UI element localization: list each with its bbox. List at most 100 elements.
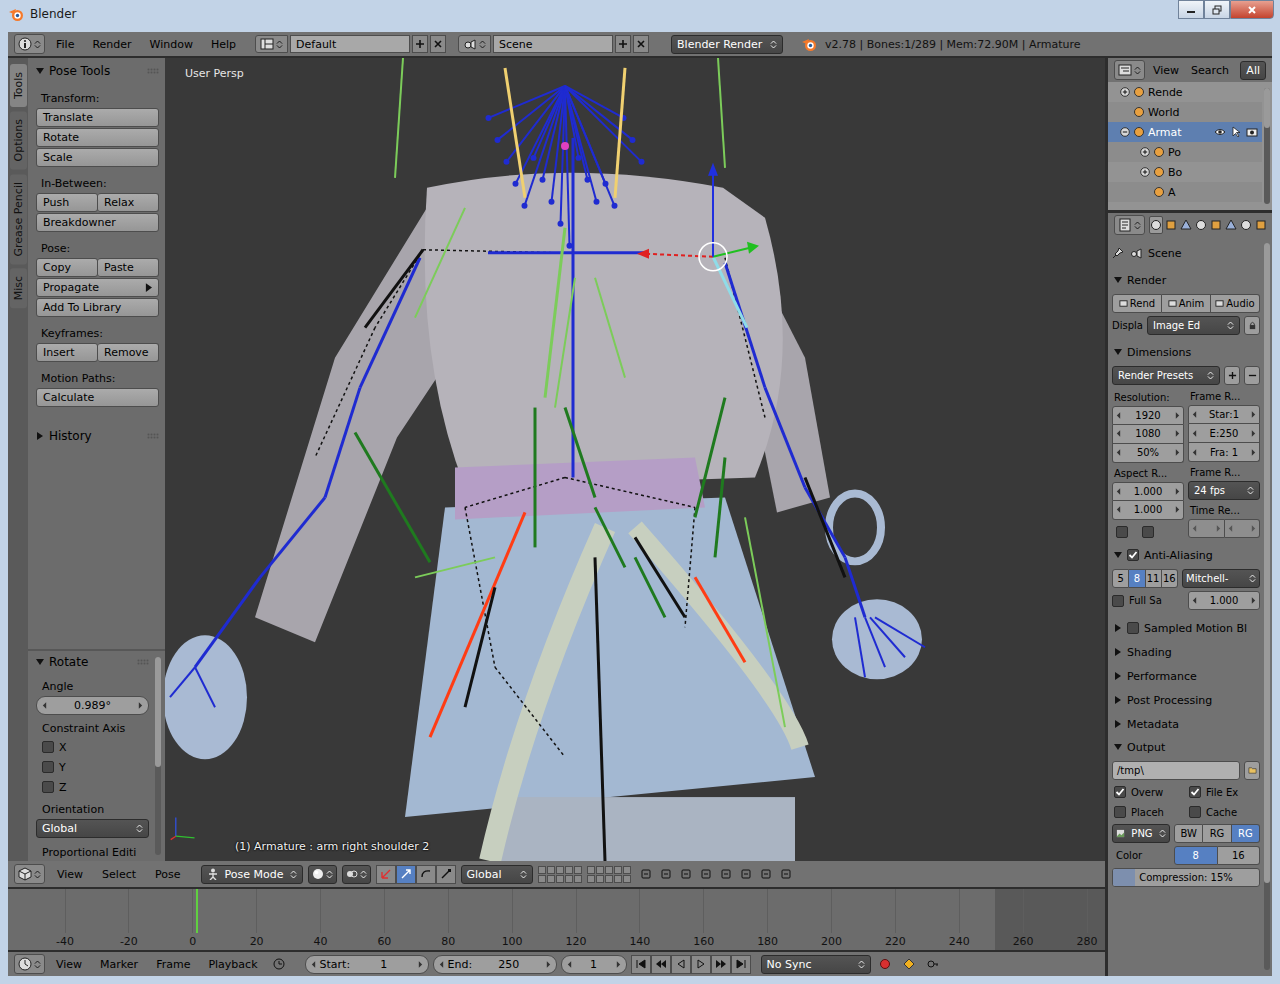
translate-manipulator-toggle[interactable] bbox=[396, 865, 416, 884]
panel-header[interactable]: Pose Tools bbox=[36, 60, 159, 82]
increment-arrow-icon[interactable] bbox=[418, 961, 423, 968]
render-engine-dropdown[interactable]: Blender Render bbox=[671, 35, 783, 54]
drag-grip-icon[interactable] bbox=[147, 68, 159, 74]
layer-toggle[interactable] bbox=[556, 866, 564, 874]
tool-button[interactable]: Paste bbox=[98, 258, 159, 277]
tool-button[interactable]: Calculate bbox=[36, 388, 159, 407]
minimize-button[interactable] bbox=[1178, 0, 1204, 19]
add-layout-button[interactable] bbox=[412, 35, 428, 53]
history-panel-header[interactable]: History bbox=[36, 425, 159, 447]
layer-toggle[interactable] bbox=[538, 866, 546, 874]
decrement-arrow-icon[interactable] bbox=[439, 961, 444, 968]
bone-joint[interactable] bbox=[594, 199, 600, 205]
viewport-shading-dropdown[interactable] bbox=[308, 865, 337, 884]
x-axis-arrow[interactable] bbox=[637, 249, 649, 259]
outliner-item[interactable]: Po bbox=[1108, 142, 1262, 162]
tool-shelf-tab[interactable]: Misc bbox=[10, 268, 27, 308]
bone[interactable] bbox=[195, 577, 260, 667]
bone[interactable] bbox=[845, 557, 865, 617]
decrement-arrow-icon[interactable] bbox=[1116, 449, 1121, 456]
layer-toggle[interactable] bbox=[538, 875, 546, 883]
menu-item[interactable]: Playback bbox=[201, 958, 264, 971]
aspect-ratio-field[interactable]: 1.000 bbox=[1112, 501, 1184, 520]
layer-toggle[interactable] bbox=[574, 875, 582, 883]
hair-bone[interactable] bbox=[561, 86, 566, 224]
aspect-ratio-field[interactable]: 1.000 bbox=[1112, 482, 1184, 501]
lock-interface-button[interactable] bbox=[1244, 316, 1260, 335]
decrement-arrow-icon[interactable] bbox=[1116, 430, 1121, 437]
menu-item[interactable]: Frame bbox=[149, 958, 197, 971]
output-option[interactable]: Overw bbox=[1114, 783, 1185, 801]
bone-joint[interactable] bbox=[504, 159, 510, 165]
output-option[interactable]: Placeh bbox=[1114, 803, 1185, 821]
delete-scene-button[interactable] bbox=[633, 35, 649, 53]
panel-header[interactable]: Output bbox=[1112, 736, 1260, 758]
frame-rate-dropdown[interactable]: 24 fps bbox=[1188, 481, 1260, 500]
interaction-mode-dropdown[interactable]: Pose Mode bbox=[201, 865, 303, 884]
decrement-arrow-icon[interactable] bbox=[1116, 488, 1121, 495]
close-button[interactable] bbox=[1230, 0, 1274, 19]
outliner-item[interactable]: Armat bbox=[1108, 122, 1262, 142]
bone[interactable] bbox=[505, 68, 525, 198]
tool-button[interactable]: Breakdowner bbox=[36, 213, 159, 232]
time-remap-old-field[interactable] bbox=[1188, 519, 1225, 538]
resolution-field[interactable]: 50% bbox=[1112, 444, 1184, 463]
properties-context-tab[interactable] bbox=[1164, 216, 1178, 234]
header-tool-button[interactable] bbox=[656, 865, 676, 884]
bone[interactable] bbox=[170, 667, 195, 697]
collapsed-panel-header[interactable]: Performance bbox=[1112, 664, 1260, 688]
increment-arrow-icon[interactable] bbox=[1175, 506, 1180, 513]
tool-shelf-tab[interactable]: Tools bbox=[10, 64, 27, 107]
color-mode-button[interactable]: RG bbox=[1232, 824, 1260, 843]
bone[interactable] bbox=[695, 577, 745, 662]
increment-arrow-icon[interactable] bbox=[1251, 430, 1256, 437]
bone[interactable] bbox=[555, 278, 575, 408]
collapsed-panel-header[interactable]: Shading bbox=[1112, 640, 1260, 664]
layer-toggle[interactable] bbox=[574, 866, 582, 874]
layer-toggle[interactable] bbox=[605, 875, 613, 883]
bone[interactable] bbox=[565, 408, 595, 498]
y-axis-handle[interactable] bbox=[713, 248, 750, 257]
tool-button[interactable]: Relax bbox=[98, 193, 159, 212]
bone[interactable] bbox=[718, 58, 725, 168]
collapsed-panel-header[interactable]: Post Processing bbox=[1112, 688, 1260, 712]
bone-joint[interactable] bbox=[531, 155, 537, 161]
bone[interactable] bbox=[325, 388, 360, 498]
increment-arrow-icon[interactable] bbox=[1251, 525, 1256, 532]
render-presets-dropdown[interactable]: Render Presets bbox=[1112, 366, 1220, 385]
decrement-arrow-icon[interactable] bbox=[1116, 506, 1121, 513]
tool-button[interactable]: Scale bbox=[36, 148, 159, 167]
output-option[interactable]: Cache bbox=[1189, 803, 1260, 821]
rotate-manipulator-toggle[interactable] bbox=[416, 865, 436, 884]
color-depth-button[interactable]: 8 bbox=[1174, 846, 1218, 865]
bone[interactable] bbox=[805, 487, 845, 557]
pivot-point-dropdown[interactable] bbox=[342, 865, 371, 884]
layer-toggle[interactable] bbox=[596, 875, 604, 883]
bone[interactable] bbox=[545, 228, 565, 398]
checkbox[interactable] bbox=[1189, 786, 1201, 798]
layer-toggle[interactable] bbox=[614, 875, 622, 883]
increment-arrow-icon[interactable] bbox=[1251, 597, 1256, 604]
expand-toggle-icon[interactable] bbox=[1120, 87, 1130, 97]
tool-button[interactable]: Translate bbox=[36, 108, 159, 127]
checkbox[interactable] bbox=[1112, 595, 1124, 607]
properties-context-tab[interactable] bbox=[1194, 216, 1208, 234]
outliner-item[interactable]: A bbox=[1108, 182, 1262, 202]
header-tool-button[interactable] bbox=[776, 865, 796, 884]
drag-grip-icon[interactable] bbox=[137, 659, 149, 665]
layer-toggle[interactable] bbox=[556, 875, 564, 883]
menu-item[interactable]: Marker bbox=[93, 958, 145, 971]
scrollbar-thumb[interactable] bbox=[1264, 88, 1270, 128]
editor-type-button[interactable] bbox=[14, 864, 45, 884]
decrement-arrow-icon[interactable] bbox=[1192, 430, 1197, 437]
scrollbar-thumb[interactable] bbox=[155, 657, 161, 767]
manipulator-circle[interactable] bbox=[699, 243, 727, 271]
bone[interactable] bbox=[195, 667, 215, 707]
add-preset-button[interactable] bbox=[1224, 366, 1240, 385]
checkbox[interactable] bbox=[1114, 806, 1126, 818]
bone[interactable] bbox=[855, 617, 865, 677]
collapsed-panel-header[interactable]: Metadata bbox=[1112, 712, 1260, 736]
file-format-dropdown[interactable]: PNG bbox=[1112, 824, 1170, 843]
x-axis-handle[interactable] bbox=[645, 254, 713, 257]
decrement-arrow-icon[interactable] bbox=[567, 961, 572, 968]
